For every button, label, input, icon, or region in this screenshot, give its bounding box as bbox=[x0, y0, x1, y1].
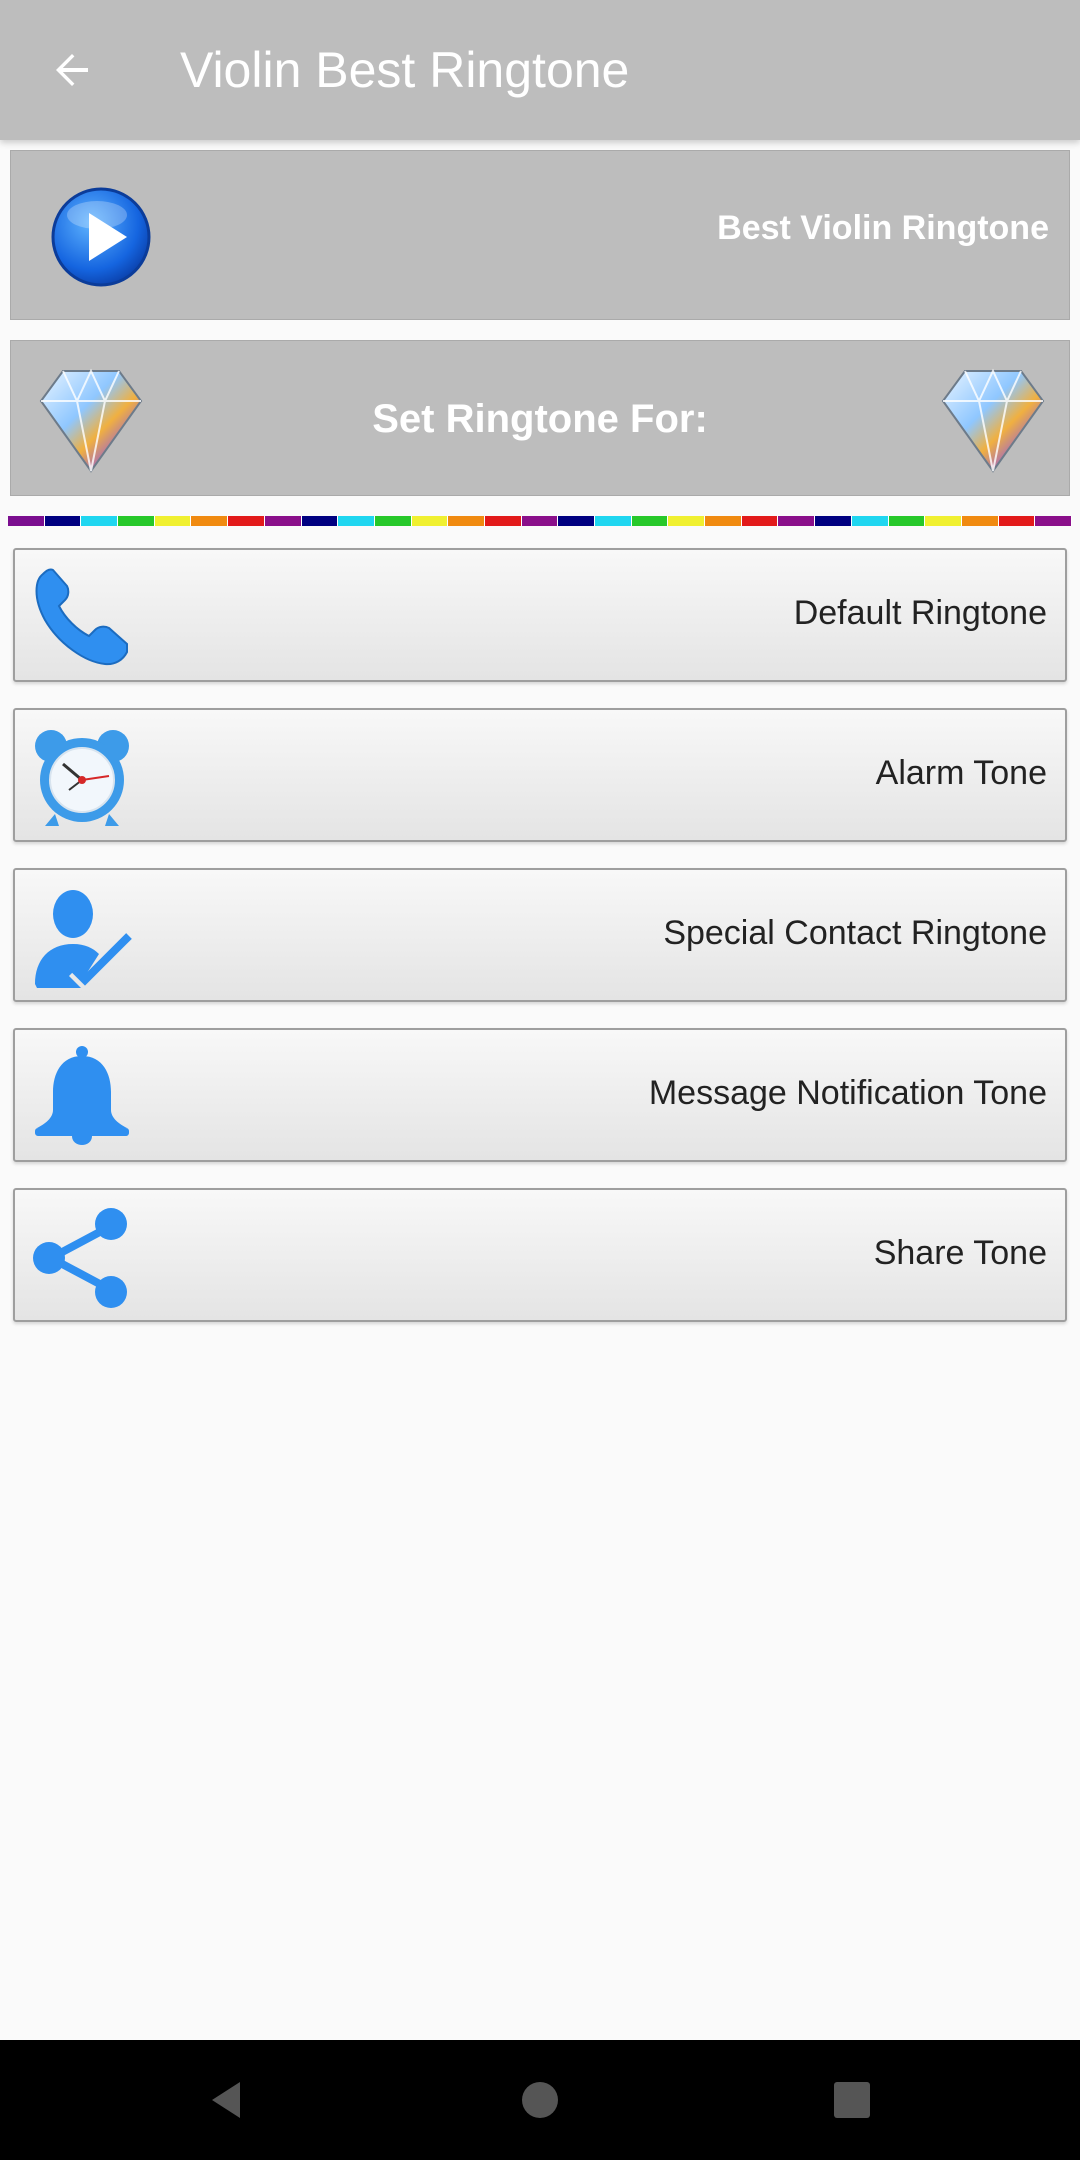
contact-check-icon bbox=[29, 884, 135, 990]
diamond-icon bbox=[929, 363, 1057, 475]
option-label: Message Notification Tone bbox=[648, 1074, 1047, 1112]
stripe-segment bbox=[595, 516, 632, 526]
stripe-segment bbox=[815, 516, 852, 526]
stripe-segment bbox=[411, 516, 449, 526]
option-label: Alarm Tone bbox=[875, 754, 1047, 792]
stripe-segment bbox=[374, 516, 412, 526]
stripe-segment bbox=[705, 516, 742, 526]
share-tone-button[interactable]: Share Tone bbox=[13, 1188, 1067, 1322]
option-label: Special Contact Ringtone bbox=[663, 914, 1047, 952]
stripe-segment bbox=[301, 516, 339, 526]
bell-icon bbox=[29, 1044, 135, 1150]
special-contact-ringtone-button[interactable]: Special Contact Ringtone bbox=[13, 868, 1067, 1002]
stripe-segment bbox=[851, 516, 889, 526]
stripe-segment bbox=[998, 516, 1036, 526]
nav-home-icon[interactable] bbox=[510, 2070, 570, 2130]
stripe-segment bbox=[448, 516, 485, 526]
stripe-segment bbox=[338, 516, 375, 526]
stripe-segment bbox=[484, 516, 522, 526]
stripe-segment bbox=[631, 516, 669, 526]
play-icon[interactable] bbox=[49, 185, 153, 289]
option-label: Share Tone bbox=[873, 1234, 1047, 1272]
phone-icon bbox=[29, 564, 135, 670]
stripe-segment bbox=[888, 516, 926, 526]
option-label: Default Ringtone bbox=[793, 594, 1047, 632]
stripe-segment bbox=[8, 516, 45, 526]
stripe-segment bbox=[118, 516, 155, 526]
set-ringtone-header: Set Ringtone For: bbox=[10, 340, 1070, 496]
system-nav-bar bbox=[0, 2040, 1080, 2160]
message-notification-tone-button[interactable]: Message Notification Tone bbox=[13, 1028, 1067, 1162]
stripe-segment bbox=[228, 516, 265, 526]
alarm-tone-button[interactable]: Alarm Tone bbox=[13, 708, 1067, 842]
app-title: Violin Best Ringtone bbox=[180, 42, 630, 98]
stripe-segment bbox=[961, 516, 999, 526]
stripe-segment bbox=[264, 516, 302, 526]
stripe-segment bbox=[925, 516, 962, 526]
default-ringtone-button[interactable]: Default Ringtone bbox=[13, 548, 1067, 682]
stripe-segment bbox=[558, 516, 595, 526]
stripe-segment bbox=[191, 516, 229, 526]
stripe-segment bbox=[81, 516, 119, 526]
app-bar: Violin Best Ringtone bbox=[0, 0, 1080, 140]
alarm-clock-icon bbox=[29, 724, 135, 830]
stripe-segment bbox=[521, 516, 559, 526]
stripe-segment bbox=[154, 516, 192, 526]
rainbow-divider bbox=[8, 516, 1072, 526]
stripe-segment bbox=[778, 516, 816, 526]
stripe-segment bbox=[1035, 516, 1072, 526]
nav-recents-icon[interactable] bbox=[822, 2070, 882, 2130]
nav-back-icon[interactable] bbox=[196, 2070, 256, 2130]
set-ringtone-title: Set Ringtone For: bbox=[372, 397, 708, 441]
player-card[interactable]: Best Violin Ringtone bbox=[10, 150, 1070, 320]
stripe-segment bbox=[741, 516, 779, 526]
arrow-back-icon[interactable] bbox=[40, 38, 104, 102]
share-icon bbox=[29, 1204, 135, 1310]
player-title: Best Violin Ringtone bbox=[717, 209, 1049, 247]
stripe-segment bbox=[668, 516, 706, 526]
stripe-segment bbox=[44, 516, 82, 526]
